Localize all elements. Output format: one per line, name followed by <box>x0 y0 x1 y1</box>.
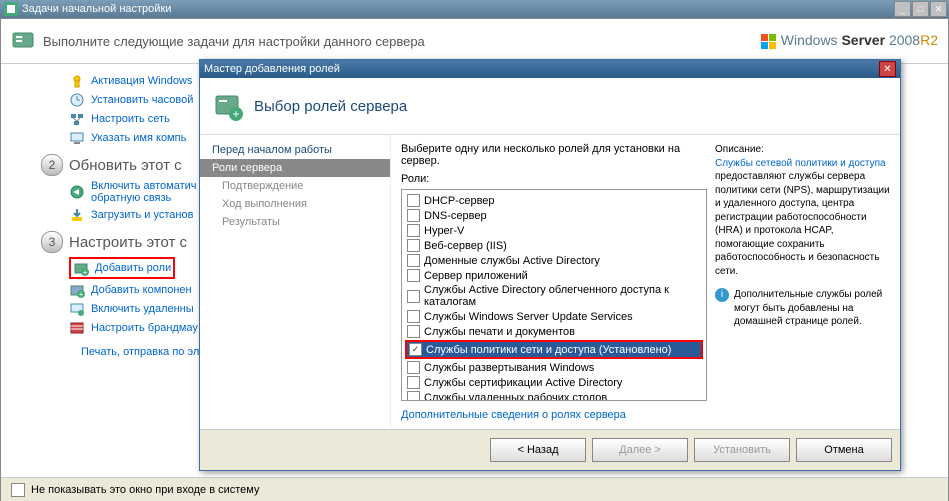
dont-show-label: Не показывать это окно при входе в систе… <box>31 484 259 496</box>
nav-before-you-begin[interactable]: Перед началом работы <box>200 141 390 159</box>
roles-prompt: Выберите одну или несколько ролей для ус… <box>401 143 707 167</box>
main-header: Выполните следующие задачи для настройки… <box>1 19 948 64</box>
install-button[interactable]: Установить <box>694 438 790 462</box>
role-iis[interactable]: Веб-сервер (IIS) <box>405 238 703 253</box>
info-text: Дополнительные службы ролей могут быть д… <box>734 288 890 329</box>
roles-column: Выберите одну или несколько ролей для ус… <box>401 143 707 421</box>
taskbar-title: Задачи начальной настройки <box>22 3 171 15</box>
back-button[interactable]: < Назад <box>490 438 586 462</box>
initial-config-window: Выполните следующие задачи для настройки… <box>0 18 949 501</box>
next-button[interactable]: Далее > <box>592 438 688 462</box>
bottom-bar: Не показывать это окно при входе в систе… <box>1 477 948 501</box>
roles-listbox[interactable]: DHCP-сервер DNS-сервер Hyper-V Веб-серве… <box>401 189 707 401</box>
roles-label: Роли: <box>401 173 707 185</box>
description-link[interactable]: Службы сетевой политики и доступа <box>715 158 886 169</box>
server-icon <box>11 29 35 53</box>
nav-server-roles[interactable]: Роли сервера <box>200 159 390 177</box>
taskbar-icon <box>4 2 18 16</box>
description-label: Описание: <box>715 143 890 157</box>
role-hyperv[interactable]: Hyper-V <box>405 223 703 238</box>
role-printdoc[interactable]: Службы печати и документов <box>405 324 703 339</box>
dialog-header: + Выбор ролей сервера <box>200 78 900 135</box>
description-column: Описание: Службы сетевой политики и дост… <box>715 143 890 421</box>
dialog-buttons: < Назад Далее > Установить Отмена <box>200 429 900 470</box>
dialog-heading: Выбор ролей сервера <box>254 98 407 115</box>
info-row: i Дополнительные службы ролей могут быть… <box>715 288 890 329</box>
dialog-close-button[interactable]: ✕ <box>879 61 896 77</box>
dialog-titlebar[interactable]: Мастер добавления ролей ✕ <box>200 60 900 78</box>
wizard-nav: Перед началом работы Роли сервера Подтве… <box>200 135 391 429</box>
wizard-icon: + <box>212 90 244 122</box>
role-appserver[interactable]: Сервер приложений <box>405 268 703 283</box>
role-nps-highlight: ✓Службы политики сети и доступа (Установ… <box>405 340 703 359</box>
nav-confirmation[interactable]: Подтверждение <box>200 177 390 195</box>
dialog-title: Мастер добавления ролей <box>204 63 340 75</box>
role-wsus[interactable]: Службы Windows Server Update Services <box>405 309 703 324</box>
cancel-button[interactable]: Отмена <box>796 438 892 462</box>
add-roles-highlight: + Добавить роли <box>69 257 175 279</box>
role-rds[interactable]: Службы удаленных рабочих столов <box>405 390 703 401</box>
svg-text:+: + <box>83 268 88 276</box>
role-adds[interactable]: Доменные службы Active Directory <box>405 253 703 268</box>
nav-progress[interactable]: Ход выполнения <box>200 195 390 213</box>
info-icon: i <box>715 288 729 302</box>
close-button[interactable]: ✕ <box>930 1 947 17</box>
minimize-button[interactable]: _ <box>894 1 911 17</box>
role-dns[interactable]: DNS-сервер <box>405 208 703 223</box>
more-about-roles-link[interactable]: Дополнительные сведения о ролях сервера <box>401 409 707 421</box>
svg-text:+: + <box>232 107 239 121</box>
role-dhcp[interactable]: DHCP-сервер <box>405 193 703 208</box>
main-header-text: Выполните следующие задачи для настройки… <box>43 34 761 49</box>
svg-text:+: + <box>79 290 84 298</box>
dont-show-checkbox[interactable] <box>11 483 25 497</box>
add-roles-wizard: Мастер добавления ролей ✕ + Выбор ролей … <box>199 59 901 471</box>
os-brand: Windows Server 2008R2 <box>761 32 938 49</box>
description-text: Службы сетевой политики и доступа предос… <box>715 157 890 279</box>
role-adcs[interactable]: Службы сертификации Active Directory <box>405 375 703 390</box>
os-taskbar: Задачи начальной настройки _ □ ✕ <box>0 0 949 18</box>
dialog-body: Перед началом работы Роли сервера Подтве… <box>200 135 900 429</box>
role-wds[interactable]: Службы развертывания Windows <box>405 360 703 375</box>
dialog-content: Выберите одну или несколько ролей для ус… <box>391 135 900 429</box>
nav-results[interactable]: Результаты <box>200 213 390 231</box>
maximize-button[interactable]: □ <box>912 1 929 17</box>
role-nps[interactable]: ✓Службы политики сети и доступа (Установ… <box>407 342 701 357</box>
role-adlds[interactable]: Службы Active Directory облегченного дос… <box>405 283 703 309</box>
